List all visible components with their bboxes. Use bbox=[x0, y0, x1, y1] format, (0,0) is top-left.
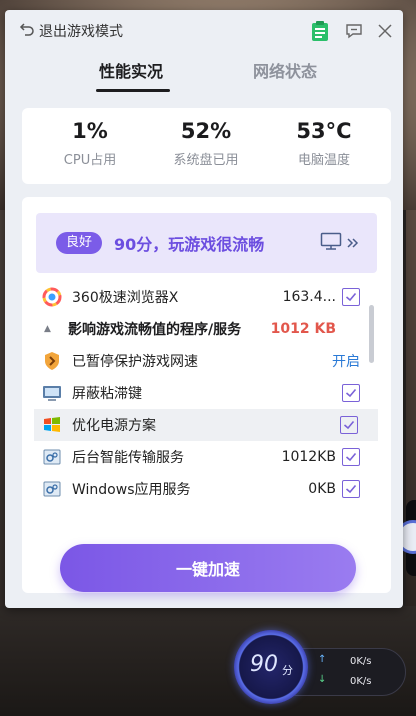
list-item-name: 屏蔽粘滞键 bbox=[72, 386, 142, 402]
stat-temp-label: 电脑温度 bbox=[297, 153, 350, 168]
widget-score: 90 bbox=[250, 652, 278, 677]
tab-bar: 性能实况 网络状态 bbox=[5, 58, 403, 94]
double-chevron-right-icon bbox=[346, 234, 360, 253]
list-scrollbar[interactable] bbox=[369, 305, 374, 363]
upload-arrow-icon: ↑ bbox=[318, 654, 327, 665]
floating-speed-widget[interactable]: 90 分 ↑ 0K/s ↓ 0K/s bbox=[232, 626, 408, 710]
list-item-name: 已暂停保护游戏网速 bbox=[72, 354, 198, 370]
list-item[interactable]: 屏蔽粘滞键 bbox=[36, 377, 366, 409]
stat-disk: 52% 系统盘已用 bbox=[146, 108, 266, 168]
close-icon[interactable] bbox=[374, 20, 396, 42]
browser-icon bbox=[42, 287, 62, 307]
list-item[interactable]: 360极速浏览器X 163.4... bbox=[36, 281, 366, 313]
service-icon bbox=[42, 447, 62, 467]
stats-card: 1% CPU占用 52% 系统盘已用 53°C 电脑温度 bbox=[22, 108, 391, 184]
score-banner: 良好 90分，玩游戏很流畅 bbox=[36, 213, 377, 273]
list-item[interactable]: 后台智能传输服务 1012KB bbox=[36, 441, 366, 473]
list-item-size: 1012KB bbox=[281, 449, 336, 465]
section-header[interactable]: ▲ 影响游戏流畅值的程序/服务 1012 KB bbox=[36, 313, 366, 345]
enable-link[interactable]: 开启 bbox=[332, 351, 360, 371]
score-text: 90分，玩游戏很流畅 bbox=[114, 235, 265, 254]
monitor-button[interactable] bbox=[320, 232, 366, 254]
titlebar: 退出游戏模式 bbox=[5, 10, 403, 52]
list-item-size: 0KB bbox=[308, 481, 336, 497]
list-item-name: 后台智能传输服务 bbox=[72, 450, 184, 466]
list-item[interactable]: Windows应用服务 0KB bbox=[36, 473, 366, 505]
section-total-size: 1012 KB bbox=[270, 321, 336, 337]
optimization-card: 良好 90分，玩游戏很流畅 360极速浏览器X 163.4... ▲ 影响游戏流… bbox=[22, 197, 391, 593]
exit-game-mode-button[interactable]: 退出游戏模式 bbox=[19, 21, 123, 41]
process-list: 360极速浏览器X 163.4... ▲ 影响游戏流畅值的程序/服务 1012 … bbox=[34, 281, 378, 513]
feedback-icon[interactable] bbox=[343, 20, 365, 42]
checkbox[interactable] bbox=[342, 480, 360, 498]
checkbox[interactable] bbox=[342, 384, 360, 402]
download-speed: 0K/s bbox=[350, 676, 372, 687]
section-title: 影响游戏流畅值的程序/服务 bbox=[68, 322, 242, 338]
upload-speed: 0K/s bbox=[350, 656, 372, 667]
list-item-name: 360极速浏览器X bbox=[72, 290, 179, 306]
list-item-hovered[interactable]: 优化电源方案 bbox=[34, 409, 378, 441]
keyboard-icon bbox=[42, 383, 62, 403]
status-badge: 良好 bbox=[56, 232, 103, 254]
stat-temp: 53°C 电脑温度 bbox=[264, 108, 384, 168]
list-item[interactable]: 已暂停保护游戏网速 开启 bbox=[36, 345, 366, 377]
checkbox[interactable] bbox=[340, 416, 358, 434]
undo-arrow-icon bbox=[19, 21, 35, 41]
list-item-name: 优化电源方案 bbox=[72, 418, 156, 434]
game-mode-panel: 退出游戏模式 性能实况 网络状态 1% CPU占用 52% 系统盘已用 53°C… bbox=[5, 10, 403, 608]
list-item-size: 163.4... bbox=[282, 289, 336, 305]
list-item-name: Windows应用服务 bbox=[72, 482, 191, 498]
stat-cpu-value: 1% bbox=[72, 119, 108, 143]
tab-network[interactable]: 网络状态 bbox=[253, 58, 317, 82]
widget-score-unit: 分 bbox=[282, 664, 293, 677]
service-icon bbox=[42, 479, 62, 499]
tab-performance[interactable]: 性能实况 bbox=[99, 58, 163, 82]
one-click-boost-button[interactable]: 一键加速 bbox=[60, 544, 356, 592]
checkbox[interactable] bbox=[342, 288, 360, 306]
stat-disk-value: 52% bbox=[180, 119, 232, 143]
stat-cpu: 1% CPU占用 bbox=[30, 108, 150, 168]
stat-disk-label: 系统盘已用 bbox=[173, 153, 239, 168]
power-plan-icon bbox=[42, 415, 62, 435]
collapse-caret-icon: ▲ bbox=[44, 324, 51, 334]
exit-game-mode-label: 退出游戏模式 bbox=[39, 24, 123, 40]
shield-speed-icon bbox=[42, 351, 62, 371]
download-arrow-icon: ↓ bbox=[318, 674, 327, 685]
checkbox[interactable] bbox=[342, 448, 360, 466]
tab-active-indicator bbox=[96, 89, 170, 92]
clipboard-icon[interactable] bbox=[309, 20, 331, 42]
stat-temp-value: 53°C bbox=[296, 119, 352, 143]
stat-cpu-label: CPU占用 bbox=[63, 153, 117, 168]
monitor-icon bbox=[320, 232, 342, 254]
